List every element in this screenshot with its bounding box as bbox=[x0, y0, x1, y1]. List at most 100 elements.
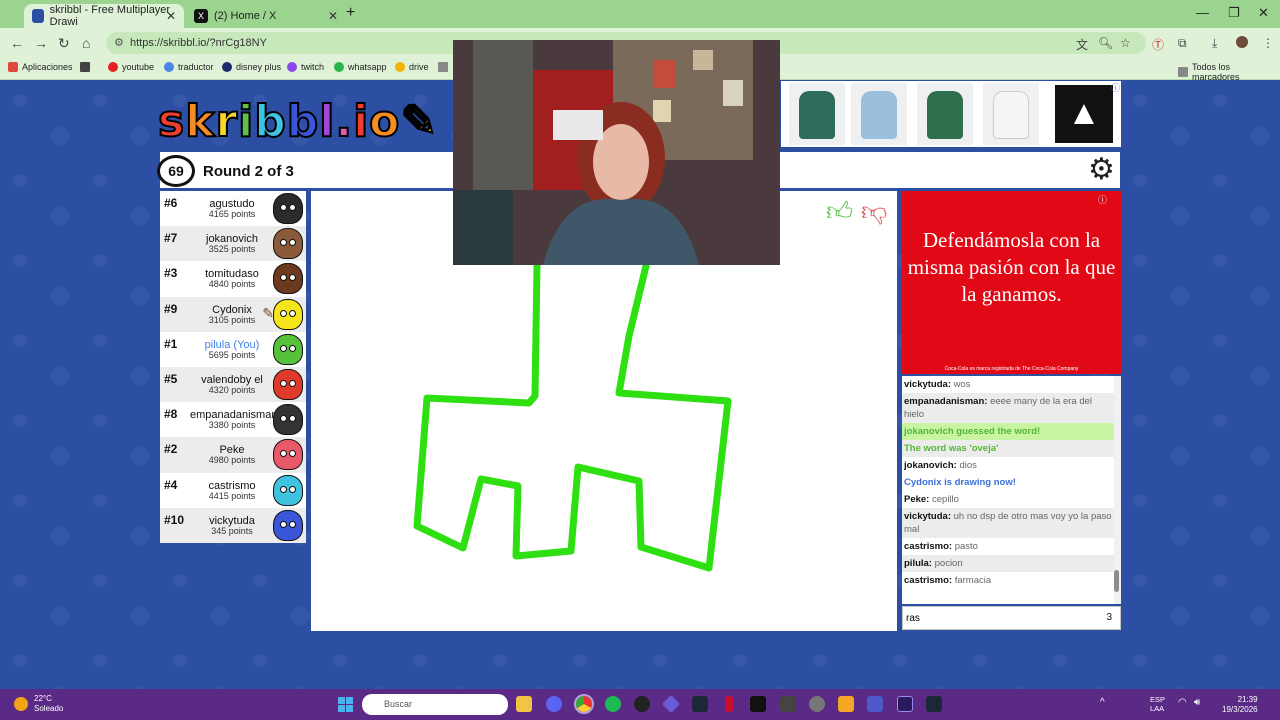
chat-scrollbar-thumb[interactable] bbox=[1114, 570, 1119, 592]
player-row[interactable]: #10 vickytuda 345 points bbox=[160, 507, 306, 543]
app-icon[interactable] bbox=[780, 696, 796, 712]
bookmark-folder[interactable] bbox=[438, 62, 452, 72]
chat-message: empanadanisman: eeee many de la era del … bbox=[902, 393, 1114, 423]
site-info-icon[interactable]: ⚙ bbox=[114, 36, 124, 49]
volume-icon[interactable]: 🔊︎ bbox=[1194, 697, 1200, 708]
language-indicator[interactable]: ESP LAA bbox=[1150, 695, 1165, 713]
webcam-overlay bbox=[453, 40, 780, 265]
chat-text: pasto bbox=[954, 541, 978, 552]
bookmark-drive[interactable]: drive bbox=[395, 62, 429, 72]
weather-widget[interactable]: 22°C Soleado bbox=[14, 694, 63, 714]
bookmark-grid[interactable] bbox=[80, 62, 94, 72]
player-row[interactable]: #3 tomitudaso 4840 points bbox=[160, 261, 306, 297]
new-tab-icon[interactable]: + bbox=[346, 4, 355, 22]
premiere-icon[interactable] bbox=[897, 696, 913, 712]
player-row[interactable]: #2 Peke 4980 points bbox=[160, 437, 306, 473]
bookmark-twitch[interactable]: twitch bbox=[287, 62, 324, 72]
back-icon[interactable]: ← bbox=[10, 35, 24, 51]
zoom-icon[interactable]: 🔍︎ bbox=[1098, 36, 1113, 50]
tray-chevron-icon[interactable]: ^ bbox=[1100, 697, 1105, 708]
player-row[interactable]: #5 valendoby el 4320 points bbox=[160, 366, 306, 403]
ad-info-icon[interactable]: ⓘ bbox=[1098, 193, 1107, 206]
home-icon[interactable]: ⌂ bbox=[82, 35, 90, 51]
forward-icon[interactable]: → bbox=[34, 35, 48, 51]
close-tab-icon[interactable]: ✕ bbox=[328, 9, 338, 23]
app-icon[interactable] bbox=[725, 696, 733, 712]
chat-message: Cydonix is drawing now! bbox=[902, 474, 1114, 491]
capcut-icon[interactable] bbox=[750, 696, 766, 712]
obs-icon[interactable] bbox=[634, 696, 650, 712]
browser-tab-bar: skribbl - Free Multiplayer Drawi ✕ X (2)… bbox=[0, 0, 1280, 28]
chat-username: Peke: bbox=[904, 494, 930, 505]
windows-start-icon[interactable] bbox=[338, 697, 353, 712]
profile-avatar[interactable] bbox=[1236, 36, 1248, 48]
close-tab-icon[interactable]: ✕ bbox=[166, 9, 176, 23]
ad-product-image[interactable] bbox=[851, 83, 907, 145]
player-rank: #4 bbox=[164, 477, 178, 492]
dislike-thumb-icon[interactable]: 👎︎ bbox=[861, 196, 887, 227]
chat-input[interactable] bbox=[906, 608, 1086, 628]
minimize-icon[interactable]: — bbox=[1196, 5, 1209, 20]
weather-temp: 22°C bbox=[34, 694, 52, 703]
player-row[interactable]: #9 Cydonix 3105 points ✎ bbox=[160, 296, 306, 332]
chat-input-box[interactable]: 3 bbox=[902, 606, 1121, 630]
ad-info-icon[interactable]: ⓘ bbox=[1111, 81, 1120, 94]
translate-icon bbox=[164, 62, 174, 72]
player-rank: #2 bbox=[164, 442, 178, 457]
close-window-icon[interactable]: ✕ bbox=[1258, 5, 1269, 21]
player-row[interactable]: #6 agustudo 4165 points bbox=[160, 191, 306, 227]
spotify-icon[interactable] bbox=[605, 696, 621, 712]
chat-username: jokanovich: bbox=[904, 460, 957, 471]
ad-product-image[interactable] bbox=[917, 83, 973, 145]
player-row[interactable]: #8 empanadanisman 3380 points bbox=[160, 402, 306, 438]
top-advertisement[interactable]: ▲ ⓘ bbox=[781, 81, 1121, 147]
wifi-icon[interactable]: ◠ bbox=[1178, 697, 1187, 708]
bookmark-star-icon[interactable]: ☆ bbox=[1120, 36, 1131, 50]
bookmark-traductor[interactable]: traductor bbox=[164, 62, 214, 72]
bookmark-apps[interactable]: Aplicaciones bbox=[8, 62, 73, 72]
teams-icon[interactable] bbox=[867, 696, 883, 712]
ad-product-image[interactable] bbox=[983, 83, 1039, 145]
bookmark-all[interactable]: Todos los marcadores bbox=[1178, 62, 1280, 82]
skribbl-favicon-icon bbox=[32, 9, 44, 23]
chat-username: castrismo: bbox=[904, 575, 953, 586]
fl-studio-icon[interactable] bbox=[838, 696, 854, 712]
player-row[interactable]: #4 castrismo 4415 points bbox=[160, 472, 306, 508]
extensions-puzzle-icon[interactable]: ⧉ bbox=[1178, 36, 1187, 51]
bookmark-disney[interactable]: disney plus bbox=[222, 62, 281, 72]
reload-icon[interactable]: ↻ bbox=[58, 35, 70, 52]
bookmark-whatsapp[interactable]: whatsapp bbox=[334, 62, 387, 72]
translate-icon[interactable]: 文 bbox=[1076, 36, 1088, 53]
weather-desc: Soleado bbox=[34, 704, 64, 713]
player-rank: #6 bbox=[164, 196, 178, 210]
ad-tree-logo-icon[interactable]: ▲ bbox=[1055, 85, 1113, 143]
ad-product-image[interactable] bbox=[789, 83, 845, 145]
chat-message: vickytuda: wos bbox=[902, 376, 1114, 393]
round-timer: 69 bbox=[157, 155, 195, 187]
player-points: 4320 points bbox=[208, 384, 256, 395]
chat-system-text: jokanovich guessed the word! bbox=[904, 426, 1041, 437]
tab-skribbl[interactable]: skribbl - Free Multiplayer Drawi ✕ bbox=[24, 4, 184, 28]
player-row[interactable]: #7 jokanovich 3525 points bbox=[160, 226, 306, 262]
like-thumb-icon[interactable]: 👍︎ bbox=[826, 196, 853, 227]
tab-x[interactable]: X (2) Home / X ✕ bbox=[186, 4, 346, 28]
steam-icon[interactable] bbox=[926, 696, 942, 712]
app-icon[interactable] bbox=[661, 694, 681, 714]
menu-icon[interactable]: ⋮ bbox=[1262, 36, 1274, 50]
settings-gear-icon[interactable]: ⚙ bbox=[1088, 155, 1115, 185]
chrome-icon[interactable] bbox=[574, 694, 594, 714]
steam-icon[interactable] bbox=[692, 696, 708, 712]
download-icon[interactable]: ⤓ bbox=[1212, 36, 1217, 51]
folder-icon bbox=[438, 62, 448, 72]
player-row[interactable]: #1 pilula (You) 5695 points bbox=[160, 331, 306, 367]
chat-message: jokanovich: dios bbox=[902, 457, 1114, 474]
app-icon[interactable] bbox=[809, 696, 825, 712]
extension-icon[interactable]: Ⓣ bbox=[1152, 36, 1164, 53]
system-clock[interactable]: 21:39 19/3/2026 bbox=[1222, 695, 1258, 715]
maximize-icon[interactable]: ❐ bbox=[1228, 5, 1240, 21]
discord-icon[interactable] bbox=[546, 696, 562, 712]
taskbar-search[interactable]: Buscar bbox=[362, 694, 508, 715]
bookmark-youtube[interactable]: youtube bbox=[108, 62, 154, 72]
side-advertisement[interactable]: ⓘ Defendámosla con la misma pasión con l… bbox=[902, 191, 1121, 374]
file-explorer-icon[interactable] bbox=[516, 696, 532, 712]
